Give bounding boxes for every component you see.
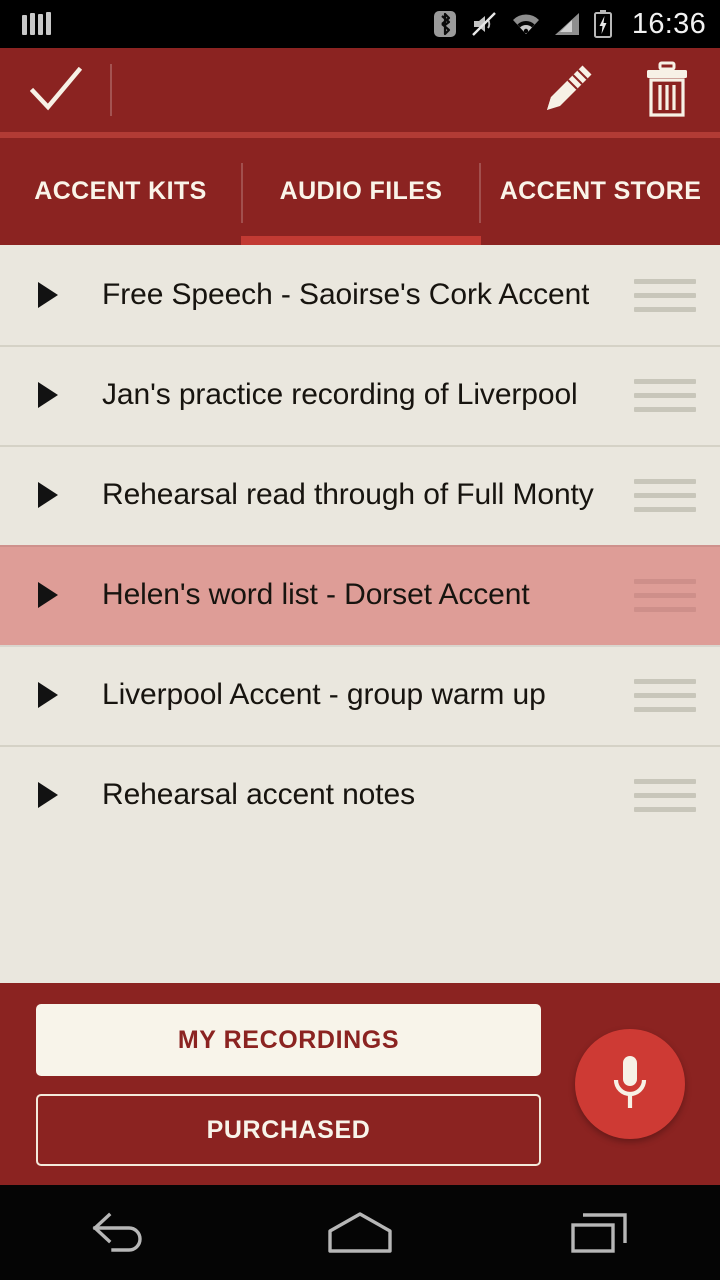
list-item[interactable]: Rehearsal read through of Full Monty <box>0 445 720 545</box>
active-tab-indicator <box>241 236 481 245</box>
list-item-title: Free Speech - Saoirse's Cork Accent <box>102 278 590 311</box>
cellular-signal-icon <box>554 13 579 35</box>
tab-separator <box>241 163 243 223</box>
recents-button[interactable] <box>480 1185 720 1280</box>
list-item[interactable]: Rehearsal accent notes <box>0 745 720 845</box>
mute-icon <box>472 12 496 36</box>
tab-bar: ACCENT KITS AUDIO FILES ACCENT STORE <box>0 138 720 245</box>
confirm-button[interactable] <box>30 64 82 116</box>
home-icon <box>328 1211 392 1253</box>
app-root: 16:36 ACCENT KITS AUDIO FILES ACCENT STO… <box>0 0 720 1280</box>
action-bar-divider <box>110 64 112 116</box>
drag-handle-icon[interactable] <box>634 578 696 612</box>
play-icon[interactable] <box>36 581 60 609</box>
list-item-title: Jan's practice recording of Liverpool <box>102 378 578 411</box>
check-icon <box>30 67 82 111</box>
play-icon[interactable] <box>36 781 60 809</box>
status-bar-left <box>22 12 51 35</box>
list-item-selected[interactable]: Helen's word list - Dorset Accent <box>0 545 720 645</box>
tab-accent-store[interactable]: ACCENT STORE <box>481 138 720 245</box>
trash-icon <box>647 61 687 117</box>
bluetooth-icon <box>433 11 456 37</box>
action-bar <box>0 48 720 132</box>
back-icon <box>92 1212 142 1252</box>
play-icon[interactable] <box>36 481 60 509</box>
list-item-title: Rehearsal read through of Full Monty <box>102 478 594 511</box>
battery-charging-icon <box>593 10 612 38</box>
tab-label: ACCENT STORE <box>499 177 702 205</box>
equalizer-icon <box>22 12 51 35</box>
list-item-title: Liverpool Accent - group warm up <box>102 678 546 711</box>
status-bar-right: 16:36 <box>433 8 706 41</box>
play-icon[interactable] <box>36 281 60 309</box>
play-icon[interactable] <box>36 381 60 409</box>
home-button[interactable] <box>240 1185 480 1280</box>
audio-files-list[interactable]: Free Speech - Saoirse's Cork Accent Jan'… <box>0 245 720 983</box>
drag-handle-icon[interactable] <box>634 778 696 812</box>
microphone-icon <box>613 1056 647 1108</box>
status-bar-clock: 16:36 <box>631 7 706 40</box>
tab-audio-files[interactable]: AUDIO FILES <box>241 138 481 245</box>
list-item[interactable]: Liverpool Accent - group warm up <box>0 645 720 745</box>
pencil-icon <box>547 65 592 110</box>
my-recordings-button[interactable]: MY RECORDINGS <box>36 1004 541 1076</box>
play-icon[interactable] <box>36 681 60 709</box>
status-bar: 16:36 <box>0 0 720 48</box>
wifi-icon <box>512 14 539 34</box>
delete-button[interactable] <box>636 59 698 121</box>
tab-accent-kits[interactable]: ACCENT KITS <box>0 138 241 245</box>
list-item[interactable]: Jan's practice recording of Liverpool <box>0 345 720 445</box>
list-item[interactable]: Free Speech - Saoirse's Cork Accent <box>0 245 720 345</box>
drag-handle-icon[interactable] <box>634 378 696 412</box>
drag-handle-icon[interactable] <box>634 278 696 312</box>
record-button[interactable] <box>575 1029 685 1139</box>
list-item-title: Rehearsal accent notes <box>102 778 415 811</box>
recents-icon <box>571 1212 627 1253</box>
edit-button[interactable] <box>536 59 598 121</box>
drag-handle-icon[interactable] <box>634 478 696 512</box>
back-button[interactable] <box>0 1185 240 1280</box>
purchased-button[interactable]: PURCHASED <box>36 1094 541 1166</box>
drag-handle-icon[interactable] <box>634 678 696 712</box>
tab-label: ACCENT KITS <box>34 177 207 205</box>
list-item-title: Helen's word list - Dorset Accent <box>102 578 530 611</box>
tab-label: AUDIO FILES <box>279 177 443 205</box>
android-navigation-bar <box>0 1185 720 1280</box>
